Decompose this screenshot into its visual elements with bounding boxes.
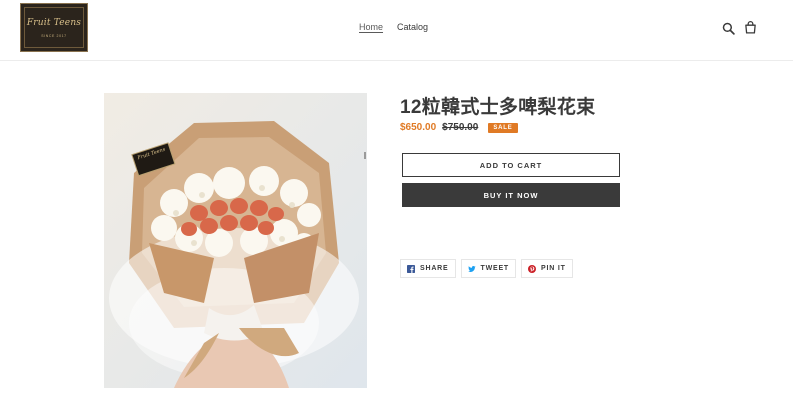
- share-twitter-button[interactable]: TWEET: [460, 259, 517, 278]
- cart-icon[interactable]: [744, 21, 757, 34]
- search-icon[interactable]: [722, 22, 735, 35]
- bouquet-illustration: [104, 93, 367, 388]
- pinterest-icon: [528, 264, 537, 273]
- add-to-cart-button[interactable]: ADD TO CART: [402, 153, 620, 177]
- facebook-icon: [407, 264, 415, 273]
- buy-it-now-button[interactable]: BUY IT NOW: [402, 183, 620, 207]
- product-title: 12粒韓式士多啤梨花束: [400, 97, 596, 118]
- site-header: Fruit Teens SINCE 2017 Home Catalog: [0, 0, 793, 61]
- nav-catalog-link[interactable]: Catalog: [397, 22, 428, 32]
- gallery-scroll-indicator[interactable]: [364, 152, 366, 159]
- share-facebook-button[interactable]: SHARE: [400, 259, 456, 278]
- share-pinterest-button[interactable]: PIN IT: [521, 259, 573, 278]
- compare-at-price: $750.00: [442, 122, 479, 133]
- nav-home-link[interactable]: Home: [359, 22, 383, 32]
- logo-script-text: Fruit Teens: [26, 17, 82, 28]
- product-image[interactable]: Fruit Teens: [104, 93, 367, 388]
- logo-since-text: SINCE 2017: [41, 33, 67, 38]
- share-facebook-label: SHARE: [420, 265, 449, 272]
- main-nav: Home Catalog: [359, 22, 428, 32]
- store-logo[interactable]: Fruit Teens SINCE 2017: [20, 3, 88, 52]
- sale-badge: SALE: [488, 122, 518, 133]
- logo-frame: [24, 7, 84, 48]
- social-share-row: SHARE TWEET PIN IT: [400, 259, 573, 278]
- price-row: $650.00 $750.00 SALE: [400, 122, 518, 133]
- share-twitter-label: TWEET: [480, 265, 510, 272]
- twitter-icon: [467, 265, 476, 272]
- share-pinterest-label: PIN IT: [541, 265, 566, 272]
- sale-price: $650.00: [400, 122, 437, 133]
